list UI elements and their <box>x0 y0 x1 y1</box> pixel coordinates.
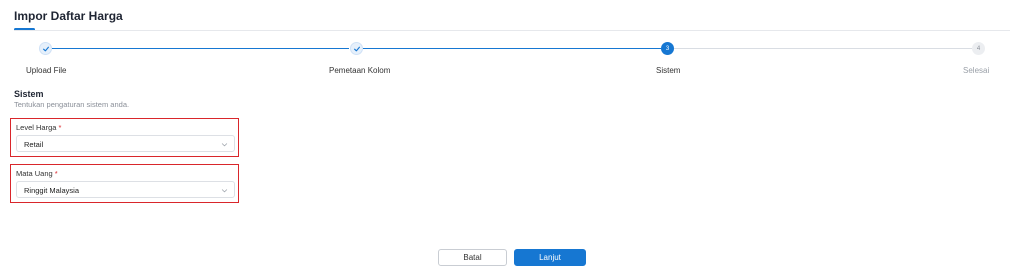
price-level-value: Retail <box>24 140 44 149</box>
currency-field: Mata Uang * Ringgit Malaysia <box>10 164 239 203</box>
step-3-label: Sistem <box>656 66 681 75</box>
currency-label: Mata Uang * <box>16 169 58 178</box>
step-2-label: Pemetaan Kolom <box>329 66 391 75</box>
step-2-check-icon <box>350 42 363 55</box>
price-level-label: Level Harga * <box>16 123 62 132</box>
step-connector-3 <box>674 48 972 49</box>
price-level-field: Level Harga * Retail <box>10 118 239 157</box>
chevron-down-icon <box>221 189 228 193</box>
required-mark: * <box>58 123 62 132</box>
step-1-check-icon <box>39 42 52 55</box>
section-description: Tentukan pengaturan sistem anda. <box>14 100 130 109</box>
cancel-button[interactable]: Batal <box>438 249 507 266</box>
price-level-select[interactable]: Retail <box>16 135 235 152</box>
next-button[interactable]: Lanjut <box>514 249 586 266</box>
step-connector-2 <box>363 48 661 49</box>
page-title: Impor Daftar Harga <box>14 9 123 23</box>
chevron-down-icon <box>221 143 228 147</box>
required-mark: * <box>54 169 58 178</box>
title-divider <box>14 30 1010 31</box>
step-4-number: 4 <box>972 42 985 55</box>
step-connector-1 <box>52 48 349 49</box>
section-title: Sistem <box>14 89 44 99</box>
step-4-label: Selesai <box>963 66 990 75</box>
currency-select[interactable]: Ringgit Malaysia <box>16 181 235 198</box>
currency-value: Ringgit Malaysia <box>24 186 80 195</box>
step-1-label: Upload File <box>26 66 67 75</box>
step-3-number: 3 <box>661 42 674 55</box>
